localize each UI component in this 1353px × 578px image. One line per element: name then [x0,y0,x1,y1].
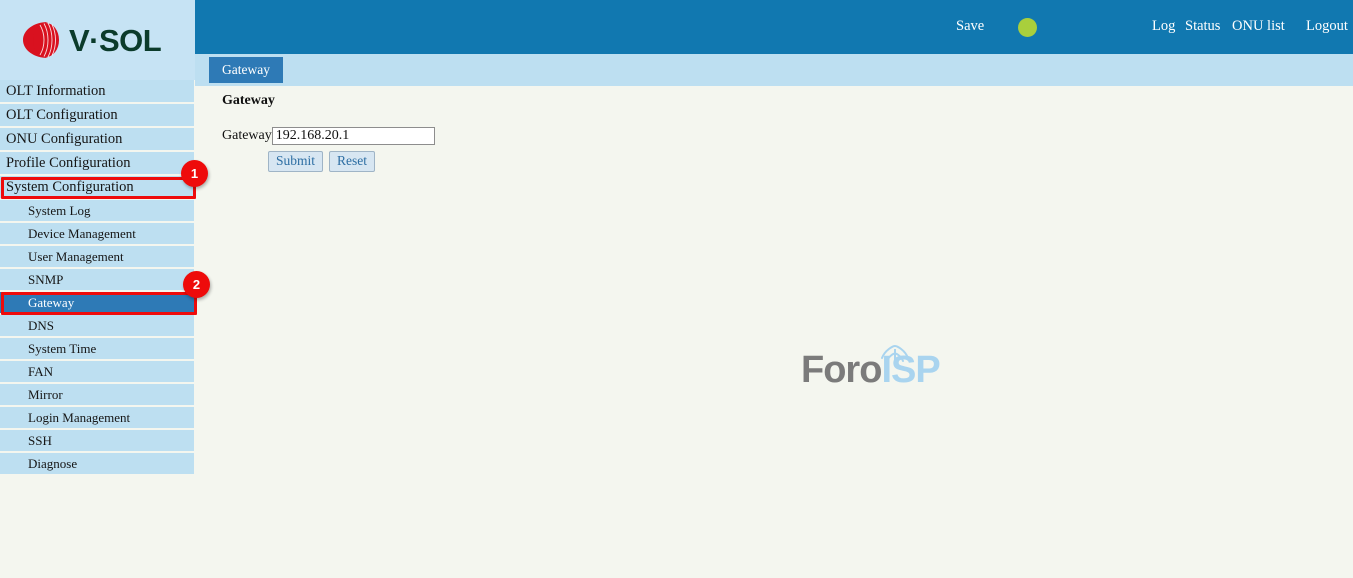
sidebar-item-label: OLT Information [6,82,106,99]
header-status-link[interactable]: Status [1185,19,1220,34]
sidebar-item-snmp[interactable]: SNMP [0,269,194,292]
sidebar-item-fan[interactable]: FAN [0,361,194,384]
sidebar-item-label: Device Management [28,226,136,241]
sidebar-item-device-management[interactable]: Device Management [0,223,194,246]
brand-logo-area: V·SOL [0,0,195,80]
sidebar-item-label: SNMP [28,272,64,287]
header-log-link[interactable]: Log [1152,19,1175,34]
sidebar-item-system-log[interactable]: System Log [0,200,194,223]
sidebar-item-label: Profile Configuration [6,154,131,171]
submit-button[interactable]: Submit [268,151,324,173]
sidebar-item-onu-configuration[interactable]: ONU Configuration [0,128,194,152]
antenna-tower-icon [873,334,917,372]
gateway-form-row: Gateway [222,127,435,145]
sidebar-item-label: Diagnose [28,456,78,471]
sidebar-item-olt-configuration[interactable]: OLT Configuration [0,104,194,128]
sidebar-item-label: OLT Configuration [6,106,118,123]
header-logout-link[interactable]: Logout [1306,19,1348,34]
main-content: Gateway Gateway Submit Reset ForoISP [195,86,1353,578]
gateway-input[interactable] [271,127,435,145]
sidebar-item-system-configuration[interactable]: System Configuration [0,176,194,200]
sidebar-item-mirror[interactable]: Mirror [0,384,194,407]
tab-gateway[interactable]: Gateway [209,57,283,83]
left-column: V·SOL OLT Information OLT Configuration ON… [0,0,195,578]
sidebar-item-ssh[interactable]: SSH [0,430,194,453]
header-onu-list-link[interactable]: ONU list [1232,19,1285,34]
reset-button[interactable]: Reset [329,151,376,173]
page-title: Gateway [222,93,275,108]
sidebar-item-profile-configuration[interactable]: Profile Configuration [0,152,194,176]
sidebar-item-login-management[interactable]: Login Management [0,407,194,430]
sidebar-item-user-management[interactable]: User Management [0,246,194,269]
sidebar-nav: OLT Information OLT Configuration ONU Conf… [0,80,195,476]
vsol-sphere-icon [18,18,62,62]
sidebar-item-label: FAN [28,364,54,379]
sidebar-item-olt-information[interactable]: OLT Information [0,80,194,104]
sidebar-item-label: Login Management [28,410,131,425]
sidebar-item-label: System Log [28,203,91,218]
sidebar-item-label: System Configuration [6,178,134,195]
sidebar-item-label: System Time [28,341,97,356]
sidebar-item-label: SSH [28,433,52,448]
brand-logo-text: V·SOL [69,22,162,58]
tab-strip: Gateway [195,54,1353,86]
foroisp-watermark: ForoISP [801,344,941,391]
top-header-bar: Save Log Status ONU list Logout [195,0,1353,54]
watermark-text-primary: Foro [801,349,882,391]
brand-logo: V·SOL [18,18,162,62]
sidebar-item-label: DNS [28,318,55,333]
sidebar-item-dns[interactable]: DNS [0,315,194,338]
sidebar-item-label: Gateway [28,295,75,310]
form-button-row: Submit Reset [268,151,376,173]
sidebar-item-label: User Management [28,249,124,264]
app-root: V·SOL OLT Information OLT Configuration ON… [0,0,1353,578]
sidebar-item-system-time[interactable]: System Time [0,338,194,361]
sidebar-item-diagnose[interactable]: Diagnose [0,453,194,476]
sidebar-item-label: Mirror [28,387,63,402]
sidebar-item-gateway[interactable]: Gateway [0,292,194,315]
status-dot-icon [1018,18,1037,37]
sidebar-item-label: ONU Configuration [6,130,123,147]
gateway-field-label: Gateway [222,128,272,143]
header-save-button[interactable]: Save [956,19,984,34]
